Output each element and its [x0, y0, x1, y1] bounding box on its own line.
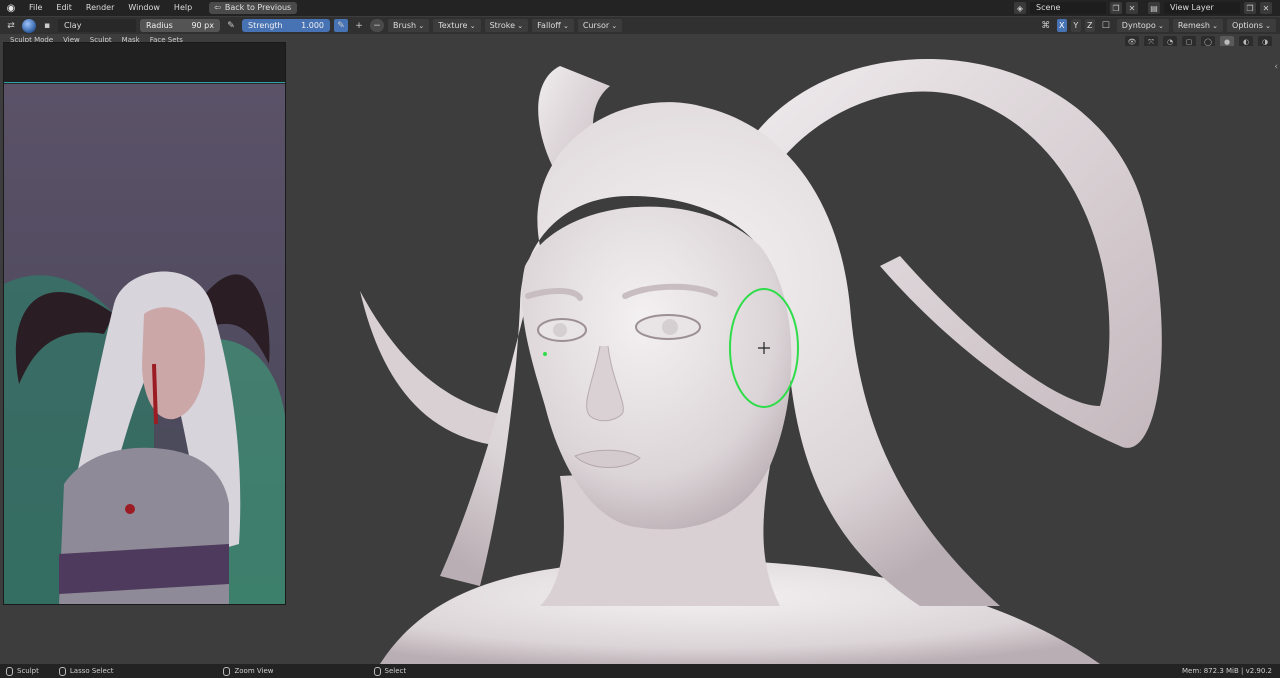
view-layer-icon[interactable]: ▤: [1148, 2, 1160, 14]
subtract-direction-button[interactable]: −: [370, 19, 384, 32]
brush-data-icon: ▪: [43, 20, 51, 31]
options-dropdown[interactable]: Options: [1227, 19, 1276, 32]
radius-label: Radius: [146, 21, 173, 30]
reference-image-panel: [3, 42, 286, 605]
brush-preview-icon[interactable]: [22, 18, 36, 33]
status-sculpt: Sculpt: [6, 666, 39, 676]
texture-dropdown[interactable]: Texture: [433, 19, 481, 32]
status-select: Select: [373, 666, 407, 676]
axis-z-toggle[interactable]: Z: [1084, 19, 1095, 32]
status-zoom-label: Zoom View: [234, 667, 274, 675]
remove-scene-icon[interactable]: ✕: [1126, 2, 1138, 14]
dyntopo-dropdown[interactable]: Dyntopo: [1116, 19, 1169, 32]
sidebar-toggle-icon[interactable]: ‹: [1274, 62, 1278, 72]
status-lasso: Lasso Select: [58, 666, 114, 676]
back-to-previous-button[interactable]: ⇦ Back to Previous: [209, 2, 298, 14]
right-mouse-icon: [373, 666, 381, 676]
stroke-dropdown[interactable]: Stroke: [484, 19, 529, 32]
left-hair-strand: [360, 291, 510, 446]
status-lasso-label: Lasso Select: [69, 667, 114, 675]
dyntopo-checkbox[interactable]: ☐: [1099, 19, 1113, 32]
reference-panel-header: [4, 43, 285, 83]
axis-y-toggle[interactable]: Y: [1070, 19, 1081, 32]
memory-version-info: Mem: 872.3 MiB | v2.90.2: [1181, 667, 1272, 675]
reference-image: [4, 84, 285, 604]
tool-settings-bar: ⇄ ▪ Clay Radius 90 px ✎ Strength 1.000 ✎…: [0, 17, 1280, 34]
blender-logo-icon[interactable]: ◉: [0, 0, 22, 16]
mouse-icon: [58, 666, 66, 676]
remove-layer-icon[interactable]: ✕: [1260, 2, 1272, 14]
symmetry-icon[interactable]: ⌘: [1039, 19, 1053, 32]
back-icon: ⇦: [214, 3, 221, 12]
scene-selector-group: ◈ Scene ❐ ✕ ▤ View Layer ❐ ✕: [1014, 0, 1280, 16]
scene-name-field[interactable]: Scene: [1030, 2, 1106, 14]
menu-render[interactable]: Render: [79, 0, 121, 16]
falloff-dropdown[interactable]: Falloff: [532, 19, 574, 32]
strength-label: Strength: [248, 21, 283, 30]
symmetry-point-marker: [543, 352, 547, 356]
radius-pressure-icon[interactable]: ✎: [224, 19, 238, 32]
add-direction-button[interactable]: +: [352, 19, 366, 32]
scene-icon[interactable]: ◈: [1014, 2, 1026, 14]
menu-help[interactable]: Help: [167, 0, 199, 16]
status-sculpt-label: Sculpt: [17, 667, 39, 675]
view-layer-field[interactable]: View Layer: [1164, 2, 1240, 14]
brush-name-field[interactable]: Clay: [58, 19, 136, 32]
menu-file[interactable]: File: [22, 0, 49, 16]
brush-dropdown[interactable]: Brush: [388, 19, 430, 32]
strength-slider[interactable]: Strength 1.000: [242, 19, 330, 32]
axis-x-toggle[interactable]: X: [1056, 19, 1067, 32]
copy-scene-icon[interactable]: ❐: [1110, 2, 1122, 14]
copy-layer-icon[interactable]: ❐: [1244, 2, 1256, 14]
status-bar: Sculpt Lasso Select Zoom View Select Mem…: [0, 664, 1280, 678]
back-to-previous-label: Back to Previous: [224, 3, 292, 12]
strength-value: 1.000: [301, 21, 324, 30]
status-zoom: Zoom View: [223, 666, 274, 676]
tool-mode-icon[interactable]: ⇄: [4, 19, 18, 32]
left-mouse-icon: [6, 666, 13, 676]
menu-edit[interactable]: Edit: [49, 0, 79, 16]
status-select-label: Select: [384, 667, 407, 675]
strength-pressure-icon[interactable]: ✎: [334, 19, 348, 32]
remesh-dropdown[interactable]: Remesh: [1172, 19, 1224, 32]
top-menu-bar: ◉ File Edit Render Window Help ⇦ Back to…: [0, 0, 1280, 16]
menu-window[interactable]: Window: [121, 0, 167, 16]
cursor-dropdown[interactable]: Cursor: [577, 19, 623, 32]
middle-mouse-icon: [223, 666, 231, 676]
radius-slider[interactable]: Radius 90 px: [140, 19, 220, 32]
radius-value: 90 px: [191, 21, 214, 30]
